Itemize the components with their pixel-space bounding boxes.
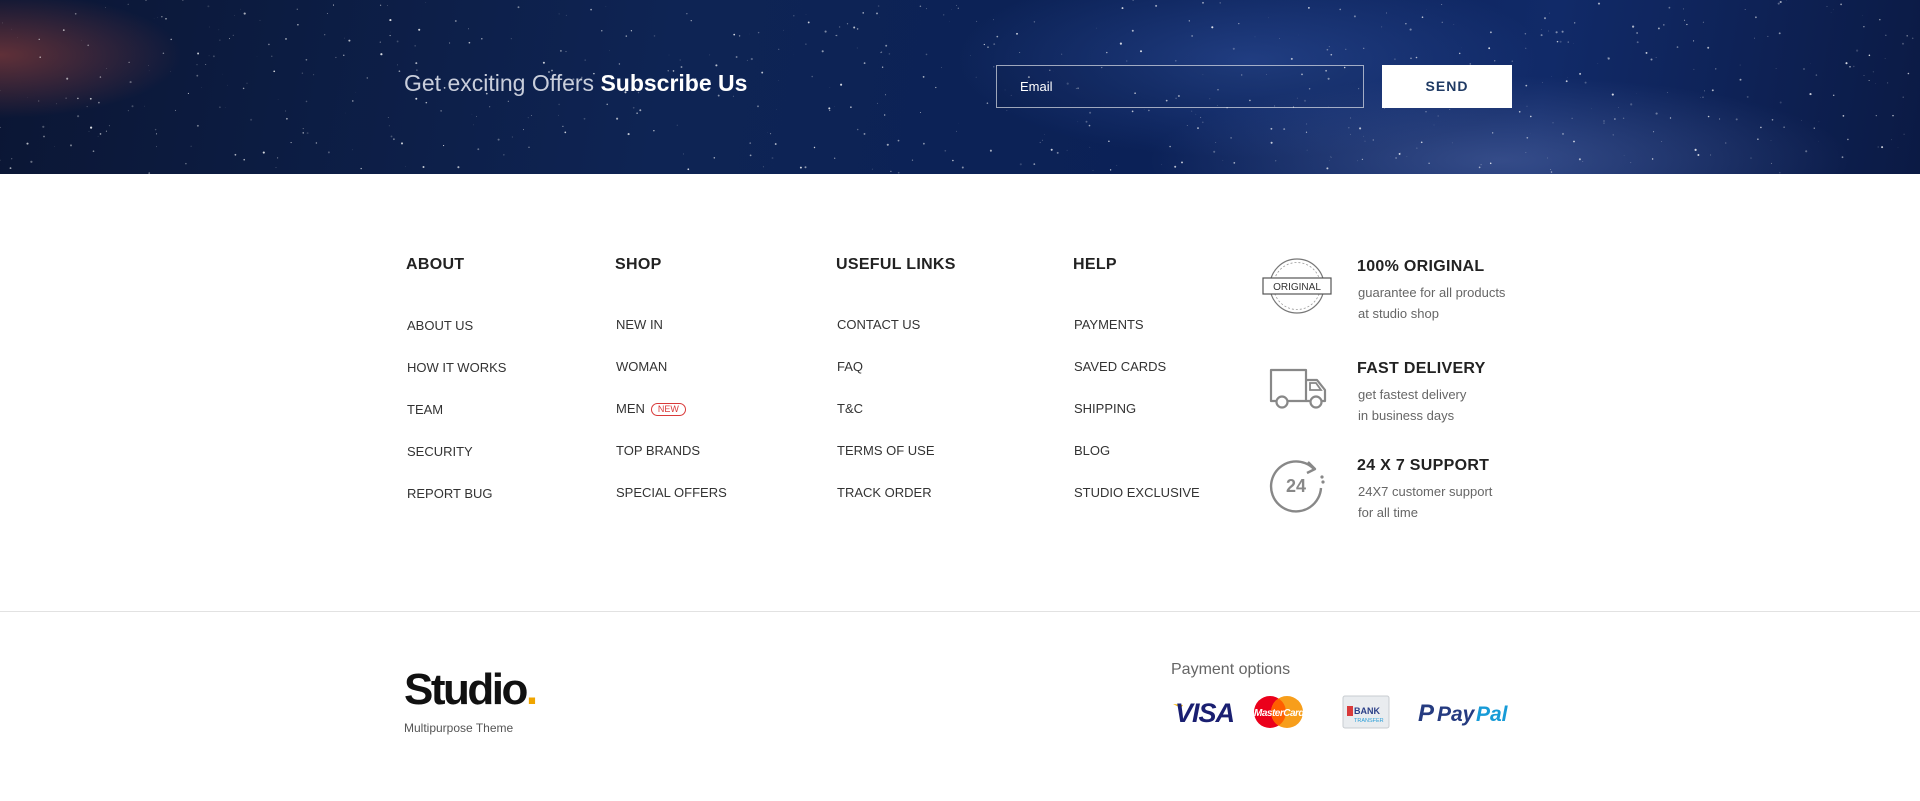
payment-icons: VISA MasterCard BANK TRANSFER P Pay Pal	[1173, 695, 1509, 729]
email-input[interactable]: Email	[996, 65, 1364, 108]
original-seal-text: ORIGINAL	[1273, 282, 1321, 293]
subscribe-heading-light: Get exciting Offers	[404, 70, 595, 96]
original-seal-icon: ORIGINAL	[1262, 258, 1332, 314]
subscribe-heading: Get exciting Offers Subscribe Us	[404, 70, 747, 97]
footer-link[interactable]: TRACK ORDER	[836, 485, 956, 527]
feature-title: 24 X 7 SUPPORT	[1357, 457, 1490, 474]
footer-link[interactable]: STUDIO EXCLUSIVE	[1073, 485, 1200, 527]
footer-link-label: MEN	[616, 401, 645, 416]
send-button[interactable]: SEND	[1382, 65, 1512, 108]
svg-text:BANK: BANK	[1354, 706, 1380, 716]
svg-text:P: P	[1418, 700, 1435, 727]
visa-icon: VISA	[1173, 698, 1235, 728]
footer-link[interactable]: TERMS OF USE	[836, 443, 956, 485]
footer-link[interactable]: SECURITY	[406, 444, 506, 486]
studio-logo[interactable]: Studio.	[404, 668, 538, 712]
footer-column-help: HELP PAYMENTS SAVED CARDS SHIPPING BLOG …	[1073, 255, 1200, 527]
footer-column-useful-links: USEFUL LINKS CONTACT US FAQ T&C TERMS OF…	[836, 255, 956, 527]
footer-link[interactable]: PAYMENTS	[1073, 317, 1200, 359]
feature-description: get fastest delivery in business days	[1358, 387, 1467, 423]
footer-link[interactable]: T&C	[836, 401, 956, 443]
column-heading: SHOP	[615, 256, 662, 273]
feature-title: 100% ORIGINAL	[1357, 258, 1485, 275]
subscribe-banner: Get exciting Offers Subscribe Us Email S…	[0, 0, 1920, 174]
footer-link[interactable]: FAQ	[836, 359, 956, 401]
svg-text:Pay: Pay	[1437, 703, 1476, 726]
column-heading: HELP	[1073, 256, 1117, 273]
feature-description: 24X7 customer support for all time	[1358, 484, 1493, 520]
bank-transfer-icon: BANK TRANSFER	[1342, 695, 1390, 729]
footer-link[interactable]: WOMAN	[615, 359, 727, 401]
support-24-icon: 24	[1269, 460, 1325, 513]
footer-link-men[interactable]: MEN NEW	[615, 401, 727, 443]
column-heading: ABOUT	[406, 256, 465, 273]
column-heading: USEFUL LINKS	[836, 256, 956, 273]
footer-link[interactable]: REPORT BUG	[406, 486, 506, 528]
subscribe-heading-bold: Subscribe Us	[600, 70, 748, 96]
footer-link[interactable]: SHIPPING	[1073, 401, 1200, 443]
footer-link[interactable]: CONTACT US	[836, 317, 956, 359]
feature-description: guarantee for all products at studio shop	[1358, 285, 1506, 321]
mastercard-icon: MasterCard	[1254, 696, 1306, 728]
feature-original: ORIGINAL 100% ORIGINAL guarantee for all…	[1262, 256, 1532, 321]
feature-support: 24 24 X 7 SUPPORT 24X7 customer support f…	[1262, 455, 1532, 520]
delivery-truck-icon	[1269, 368, 1327, 409]
footer-link[interactable]: SAVED CARDS	[1073, 359, 1200, 401]
feature-title: FAST DELIVERY	[1357, 360, 1486, 377]
new-badge: NEW	[650, 403, 686, 416]
paypal-icon: P Pay Pal	[1418, 700, 1509, 727]
brand-tagline: Multipurpose Theme	[404, 721, 514, 735]
footer-divider	[0, 611, 1920, 612]
footer-column-shop: SHOP NEW IN WOMAN MEN NEW TOP BRANDS SPEC…	[615, 255, 727, 527]
support-24-text: 24	[1286, 476, 1306, 496]
feature-fast-delivery: FAST DELIVERY get fastest delivery in bus…	[1262, 358, 1532, 423]
footer-column-about: ABOUT ABOUT US HOW IT WORKS TEAM SECURIT…	[406, 255, 506, 528]
footer-link[interactable]: ABOUT US	[406, 318, 506, 360]
footer-link[interactable]: NEW IN	[615, 317, 727, 359]
footer-link[interactable]: SPECIAL OFFERS	[615, 485, 727, 527]
svg-text:VISA: VISA	[1175, 698, 1234, 728]
footer-link[interactable]: HOW IT WORKS	[406, 360, 506, 402]
footer-link[interactable]: TEAM	[406, 402, 506, 444]
footer-link[interactable]: BLOG	[1073, 443, 1200, 485]
starfield-background	[0, 0, 1914, 174]
footer-link[interactable]: TOP BRANDS	[615, 443, 727, 485]
svg-text:MasterCard: MasterCard	[1254, 708, 1305, 719]
payment-options-title: Payment options	[1171, 661, 1291, 678]
svg-text:Pal: Pal	[1476, 703, 1509, 726]
svg-text:TRANSFER: TRANSFER	[1354, 718, 1384, 724]
